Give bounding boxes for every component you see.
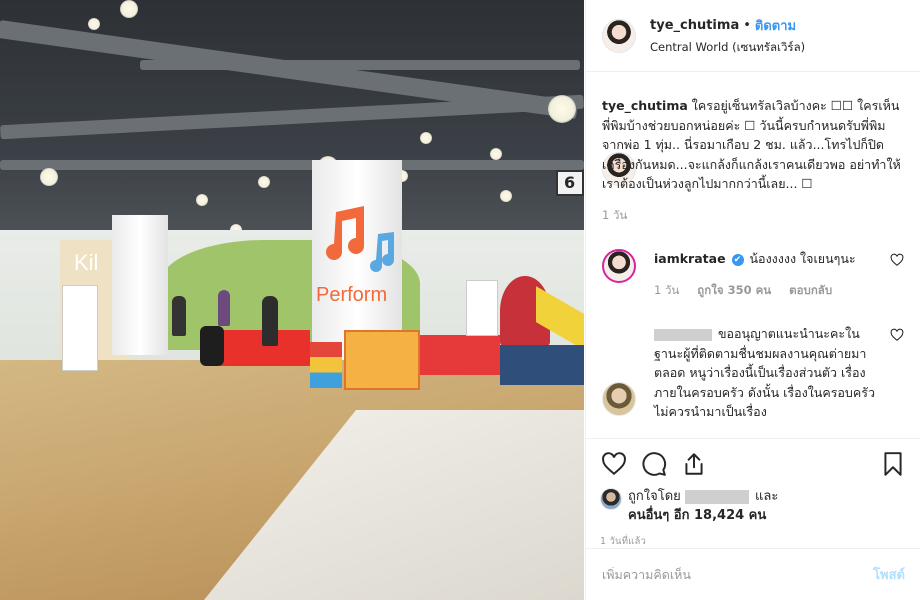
follow-button[interactable]: ติดตาม (755, 15, 796, 36)
caption: tye_chutima ใครอยู่เซ็นทรัลเวิลบ้างคะ ☐☐… (602, 96, 904, 225)
liked-by-and: และ (755, 489, 779, 504)
author-avatar[interactable] (602, 18, 636, 53)
likes-count-link[interactable]: คนอื่นๆ อีก 18,424 คน (628, 508, 766, 523)
add-comment-bar: โพสต์ (586, 548, 920, 600)
comment-button[interactable] (640, 450, 668, 478)
comments-list[interactable]: tye_chutima ใครอยู่เซ็นทรัลเวิลบ้างคะ ☐☐… (586, 72, 920, 438)
sign-text: Kil (74, 250, 99, 275)
pillar (112, 215, 168, 355)
commenter-username[interactable]: iamkratae (654, 251, 726, 266)
info-board (466, 280, 498, 336)
red-fence (420, 335, 500, 375)
ceiling-light (258, 176, 270, 188)
like-comment-heart-icon[interactable] (890, 328, 904, 342)
ceiling-light (500, 190, 512, 202)
post-detail-panel: tye_chutima • ติดตาม Central World (เซนท… (585, 0, 920, 600)
ceiling-light (40, 168, 58, 186)
share-icon (685, 453, 703, 475)
zone-number-sign: 6 (556, 170, 584, 196)
reply-button[interactable]: ตอบกลับ (789, 281, 832, 301)
post-timestamp[interactable]: 1 วันที่แล้ว (600, 534, 907, 549)
author-username[interactable]: tye_chutima (650, 18, 739, 33)
person-silhouette (262, 296, 278, 346)
play-mat (500, 345, 584, 385)
verified-badge-icon: ✔ (731, 253, 744, 266)
location-link[interactable]: Central World (เซนทรัลเวิร์ล) (650, 39, 805, 57)
add-comment-input[interactable] (602, 567, 874, 582)
blurred-username (654, 328, 712, 341)
photo-duct (140, 60, 580, 70)
comment-time[interactable]: 1 วัน (654, 281, 679, 301)
save-button[interactable] (879, 450, 907, 478)
like-button[interactable] (600, 450, 628, 478)
post-actions: ถูกใจโดย และ คนอื่นๆ อีก 18,424 คน 1 วัน… (586, 438, 920, 549)
ceiling-light (88, 18, 100, 30)
like-comment-heart-icon[interactable] (890, 253, 904, 267)
stroller (200, 326, 224, 366)
liker-avatar[interactable] (600, 488, 622, 510)
post-photo[interactable]: Kil Perform 6 (0, 0, 584, 600)
post-comment-button[interactable]: โพสต์ (873, 564, 905, 585)
info-board (62, 285, 98, 371)
post-header: tye_chutima • ติดตาม Central World (เซนท… (586, 0, 920, 72)
ceiling-light (120, 0, 138, 18)
share-button[interactable] (680, 450, 708, 478)
music-note-icon (326, 206, 364, 260)
blurred-liker-name (684, 489, 749, 504)
ceiling-light (196, 194, 208, 206)
ceiling-light (548, 95, 576, 123)
comment-text: น้องงงงง ใจเยนๆนะ (749, 251, 856, 266)
commenter-avatar[interactable] (602, 249, 636, 283)
commenter-avatar[interactable] (602, 382, 636, 416)
bookmark-icon (884, 452, 902, 476)
person-silhouette (172, 296, 186, 336)
zone-number: 6 (564, 173, 576, 192)
comment-bubble-icon (642, 452, 667, 476)
cubby-shelf (310, 342, 342, 388)
caption-time[interactable]: 1 วัน (602, 206, 627, 226)
liked-by-prefix: ถูกใจโดย (628, 489, 681, 504)
separator-dot: • (743, 17, 751, 33)
ceiling-light (420, 132, 432, 144)
music-note-icon (370, 232, 394, 272)
person-silhouette (218, 290, 230, 326)
comment-item: ขออนุญาตแนะนำนะคะในฐานะผู้ที่ติดตามชื่นช… (602, 324, 904, 422)
photo-duct (0, 160, 584, 170)
comment-item: iamkratae ✔ น้องงงงง ใจเยนๆนะ 1 วัน ถูกใ… (602, 249, 904, 300)
caption-username[interactable]: tye_chutima (602, 98, 688, 113)
heart-icon (602, 452, 626, 476)
comment-likes[interactable]: ถูกใจ 350 คน (697, 281, 771, 301)
shoe-shelf (344, 330, 420, 390)
likes-summary: ถูกใจโดย และ คนอื่นๆ อีก 18,424 คน (600, 487, 907, 525)
ceiling-light (490, 148, 502, 160)
perform-sign-text: Perform (316, 284, 388, 306)
